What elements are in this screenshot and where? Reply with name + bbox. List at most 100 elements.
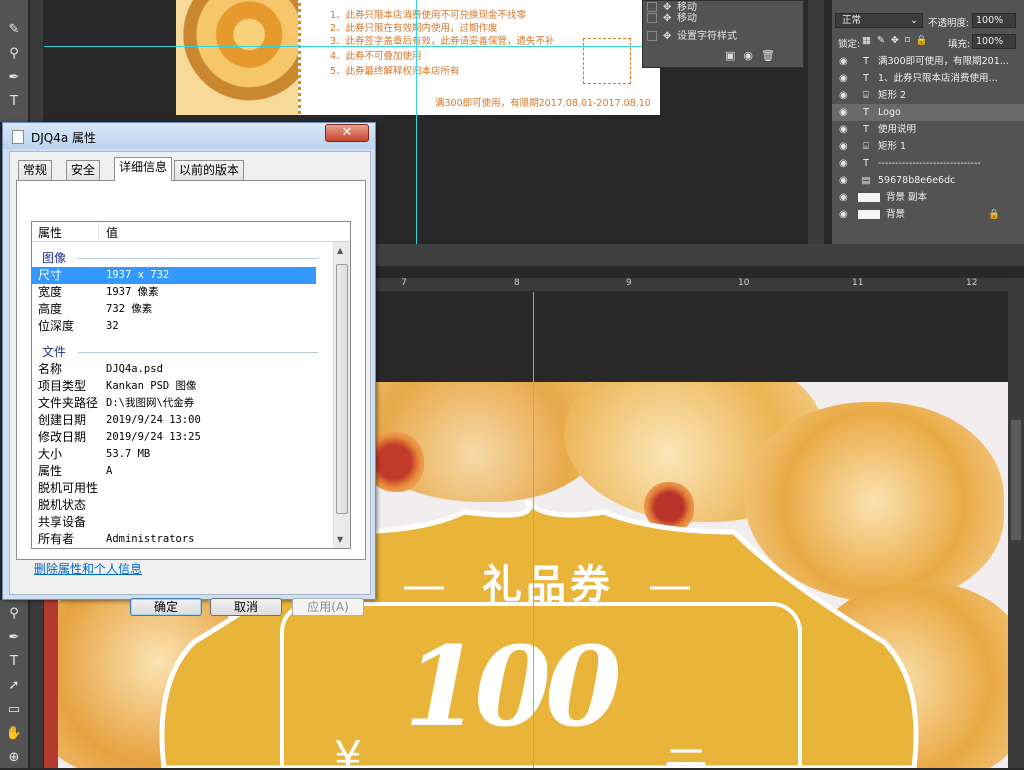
property-row[interactable]: 属性 A <box>32 463 316 480</box>
coupon-rule: 4、此券不可叠加使用 <box>330 51 422 62</box>
scrollbar-thumb[interactable] <box>336 264 348 514</box>
eye-icon[interactable]: ◉ <box>839 189 848 206</box>
dialog-titlebar[interactable]: DJQ4a 属性 ✕ <box>3 123 375 149</box>
guide-vertical[interactable] <box>533 292 534 768</box>
eye-icon[interactable]: ◉ <box>839 104 848 121</box>
scrollbar-thumb[interactable] <box>1011 420 1021 540</box>
text-layer-icon: T <box>863 107 869 118</box>
middle-scrollbar[interactable] <box>808 0 824 244</box>
vertical-ruler-bottom <box>30 600 44 768</box>
property-row[interactable]: 脱机状态 <box>32 497 316 514</box>
remove-properties-link[interactable]: 删除属性和个人信息 <box>34 560 142 577</box>
layer-row[interactable]: ◉ T 满300即可使用，有限期201... <box>832 53 1024 70</box>
ruler-label: 12 <box>966 278 978 288</box>
ruler-label: 10 <box>738 278 750 288</box>
eye-icon[interactable]: ◉ <box>839 53 848 70</box>
camera-icon[interactable]: ◉ <box>743 49 761 62</box>
layer-row[interactable]: ◉ 背景 副本 <box>832 189 1024 206</box>
pen-tool-icon[interactable]: ✒ <box>0 626 28 650</box>
eye-icon[interactable]: ◉ <box>839 155 848 172</box>
layer-row[interactable]: ◉ 背景 🔒 <box>832 206 1024 223</box>
text-tool-icon[interactable]: T <box>0 90 28 114</box>
property-row[interactable]: 高度 732 像素 <box>32 301 316 318</box>
tab-details[interactable]: 详细信息 <box>114 157 173 181</box>
fill-input[interactable]: 100% <box>972 34 1016 49</box>
eye-icon[interactable]: ◉ <box>839 121 848 138</box>
hand-tool-icon[interactable]: ✋ <box>0 722 28 746</box>
property-row[interactable]: 宽度 1937 像素 <box>32 284 316 301</box>
scroll-down-icon[interactable]: ▼ <box>337 535 343 544</box>
zoom-icon[interactable]: ⊕ <box>0 746 28 770</box>
guide-vertical[interactable] <box>416 0 417 244</box>
action-checkbox[interactable] <box>647 13 657 23</box>
text-tool-icon[interactable]: T <box>0 650 28 674</box>
rectangle-tool-icon[interactable]: ▭ <box>0 698 28 722</box>
blend-mode-select[interactable]: 正常 ⌄ <box>835 13 923 28</box>
property-row[interactable]: 文件夹路径 D:\我图网\代金券 <box>32 395 316 412</box>
column-header-property[interactable]: 属性 <box>38 224 62 241</box>
action-item[interactable]: ✥ 移动 <box>647 10 797 28</box>
property-row[interactable]: 尺寸 1937 x 732 <box>32 267 316 284</box>
property-row[interactable]: 名称 DJQ4a.psd <box>32 361 316 378</box>
trash-icon[interactable]: 🗑 <box>761 49 783 62</box>
move-icon: ✥ <box>663 13 672 24</box>
apply-button[interactable]: 应用(A) <box>292 598 364 616</box>
eye-icon[interactable]: ◉ <box>839 206 848 223</box>
property-row[interactable]: 修改日期 2019/9/24 13:25 <box>32 429 316 446</box>
property-row[interactable]: 大小 53.7 MB <box>32 446 316 463</box>
guide-horizontal[interactable] <box>44 46 644 47</box>
properties-list[interactable]: 属性 值 图像 尺寸 1937 x 732 宽度 1937 像素 高度 732 像素 … <box>31 221 351 549</box>
column-header-value[interactable]: 值 <box>106 224 118 241</box>
list-scrollbar[interactable]: ▲ ▼ <box>333 242 350 548</box>
brush-tool-icon[interactable]: ✎ <box>0 18 28 42</box>
tab-security[interactable]: 安全 <box>66 160 101 180</box>
pen-tool-icon[interactable]: ✒ <box>0 66 28 90</box>
property-row[interactable]: 所有者 Administrators <box>32 531 316 548</box>
layer-row-selected[interactable]: ◉ T Logo <box>832 104 1024 121</box>
file-icon <box>12 130 24 144</box>
tab-general[interactable]: 常规 <box>18 160 53 180</box>
cancel-button[interactable]: 取消 <box>210 598 282 616</box>
tab-previous-versions[interactable]: 以前的版本 <box>174 160 245 180</box>
eye-icon[interactable]: ◉ <box>839 172 848 189</box>
lock-icons[interactable]: ▦✎✥⌑🔒 <box>862 35 934 46</box>
peony-image <box>176 0 298 115</box>
eye-icon[interactable]: ◉ <box>839 70 848 87</box>
new-set-icon[interactable]: ▣ <box>725 49 743 62</box>
text-layer-icon: T <box>863 56 869 67</box>
vertical-ruler-top <box>30 0 44 122</box>
opacity-input[interactable]: 100% <box>972 13 1016 28</box>
gift-amount: 100 <box>404 622 622 751</box>
chevron-down-icon: ⌄ <box>910 15 918 26</box>
property-row[interactable]: 位深度 32 <box>32 318 316 335</box>
path-select-icon[interactable]: ➚ <box>0 674 28 698</box>
fill-label: 填充: <box>948 39 971 50</box>
ok-button[interactable]: 确定 <box>130 598 202 616</box>
close-button[interactable]: ✕ <box>325 124 369 142</box>
layer-row[interactable]: ◉ T 1、此券只限本店消费使用... <box>832 70 1024 87</box>
action-item[interactable]: ✥ 设置字符样式 <box>647 28 797 46</box>
eye-icon[interactable]: ◉ <box>839 87 848 104</box>
perforation-edge <box>298 0 301 115</box>
action-checkbox[interactable] <box>647 31 657 41</box>
layer-row[interactable]: ◉ ▤ 59678b8e6e6dc <box>832 172 1024 189</box>
layer-row[interactable]: ◉ T 使用说明 <box>832 121 1024 138</box>
group-label: 图像 <box>42 251 67 265</box>
file-properties-dialog: DJQ4a 属性 ✕ 常规 安全 详细信息 以前的版本 属性 值 图像 尺寸 19… <box>2 122 376 616</box>
coupon-rule: 2、此券只限在有效期内使用，过期作废 <box>330 23 498 34</box>
canvas-pasteboard <box>376 292 1008 382</box>
scroll-up-icon[interactable]: ▲ <box>337 246 343 255</box>
layer-row[interactable]: ◉ T ------------------------------ <box>832 155 1024 172</box>
layer-row[interactable]: ◉ ⌸ 矩形 1 <box>832 138 1024 155</box>
zoom-tool-icon[interactable]: ⚲ <box>0 602 28 626</box>
property-row[interactable]: 项目类型 Kankan PSD 图像 <box>32 378 316 395</box>
ruler-gap <box>376 266 1024 278</box>
stamp-tool-icon[interactable]: ⚲ <box>0 42 28 66</box>
property-row[interactable]: 脱机可用性 <box>32 480 316 497</box>
gift-unit: 元 <box>664 732 708 768</box>
dialog-body: 常规 安全 详细信息 以前的版本 属性 值 图像 尺寸 1937 x 732 宽度… <box>9 151 371 616</box>
property-row[interactable]: 共享设备 <box>32 514 316 531</box>
layer-row[interactable]: ◉ ⌸ 矩形 2 <box>832 87 1024 104</box>
property-row[interactable]: 创建日期 2019/9/24 13:00 <box>32 412 316 429</box>
eye-icon[interactable]: ◉ <box>839 138 848 155</box>
